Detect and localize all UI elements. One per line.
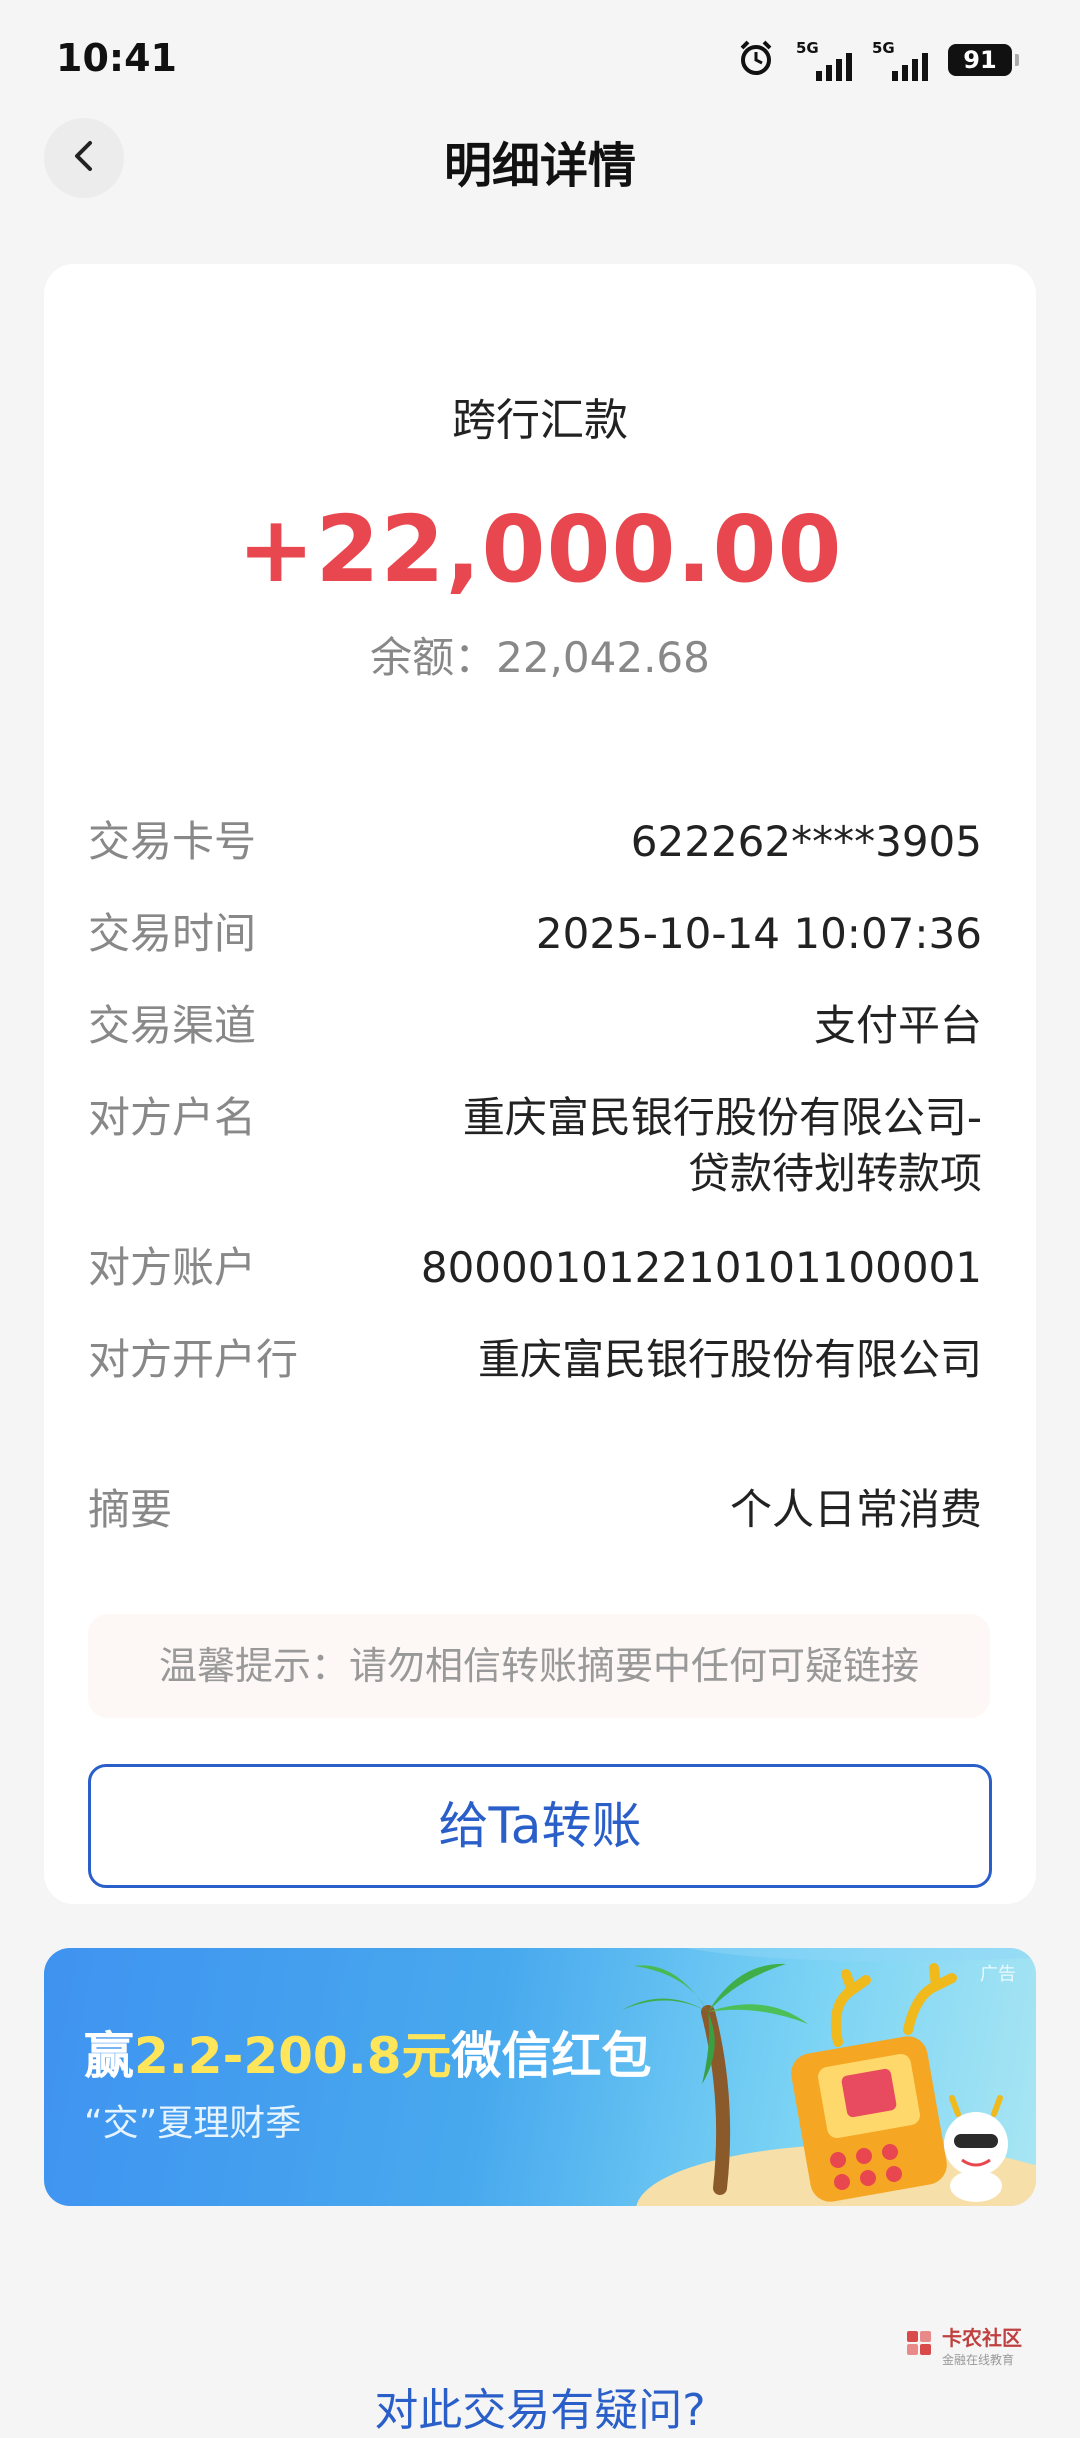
detail-row-counterparty-account: 对方账户 800001012210101100001 (88, 1240, 982, 1296)
detail-label: 交易渠道 (88, 1001, 257, 1050)
detail-value: 2025-10-14 10:07:36 (535, 909, 982, 958)
detail-value: 重庆富民银行股份有限公司-贷款待划转款项 (462, 1093, 982, 1198)
detail-value: 支付平台 (813, 1001, 982, 1050)
status-bar: 10:41 5G 5G 91 (0, 0, 1080, 110)
detail-value: 622262****3905 (630, 817, 982, 866)
detail-row-counterparty-name: 对方户名 重庆富民银行股份有限公司-贷款待划转款项 (88, 1090, 982, 1202)
signal-icon: 5G (796, 39, 852, 81)
detail-value: 800001012210101100001 (420, 1243, 982, 1292)
banner-title: 赢2.2-200.8元微信红包 (84, 2016, 651, 2088)
watermark-logo-icon (902, 2326, 936, 2364)
watermark-sub: 金融在线教育 (942, 2353, 1015, 2367)
detail-label: 对方账户 (88, 1243, 257, 1292)
status-time: 10:41 (56, 36, 177, 80)
signal-icon-2: 5G (872, 39, 928, 81)
transaction-question-link[interactable]: 对此交易有疑问? (0, 2374, 1080, 2438)
detail-label: 对方开户行 (88, 1335, 299, 1384)
detail-value: 重庆富民银行股份有限公司 (477, 1335, 982, 1384)
detail-label: 摘要 (88, 1485, 173, 1534)
beach-illustration-icon (622, 1948, 1036, 2206)
detail-row-channel: 交易渠道 支付平台 (88, 998, 982, 1054)
battery-icon: 91 (948, 44, 1019, 76)
header: 明细详情 (0, 110, 1080, 210)
detail-row-time: 交易时间 2025-10-14 10:07:36 (88, 906, 982, 962)
detail-label: 对方户名 (88, 1093, 257, 1142)
detail-row-counterparty-bank: 对方开户行 重庆富民银行股份有限公司 (88, 1332, 982, 1388)
page-title: 明细详情 (443, 138, 636, 194)
account-balance: 余额：22,042.68 (370, 633, 710, 682)
detail-value: 个人日常消费 (729, 1485, 982, 1534)
banner-title-prefix: 赢 (84, 2027, 134, 2085)
watermark-name: 卡农社区 (942, 2326, 1022, 2350)
transaction-card: 跨行汇款 +22,000.00 余额：22,042.68 交易卡号 622262… (44, 264, 1036, 1904)
promo-banner[interactable]: 赢2.2-200.8元微信红包 “交”夏理财季 广告 (44, 1948, 1036, 2206)
detail-label: 交易卡号 (88, 817, 257, 866)
transaction-amount: +22,000.00 (237, 496, 843, 603)
banner-subtitle: “交”夏理财季 (84, 2103, 302, 2144)
detail-row-memo: 摘要 个人日常消费 (88, 1482, 982, 1538)
community-watermark: 卡农社区 金融在线教育 (902, 2322, 1022, 2368)
security-tip: 温馨提示：请勿相信转账摘要中任何可疑链接 (88, 1614, 990, 1718)
detail-label: 交易时间 (88, 909, 257, 958)
status-icons: 5G 5G 91 (736, 38, 1019, 82)
alarm-icon (736, 38, 776, 82)
transfer-button[interactable]: 给Ta转账 (88, 1764, 992, 1888)
transaction-type: 跨行汇款 (452, 395, 628, 446)
detail-row-card-number: 交易卡号 622262****3905 (88, 814, 982, 870)
banner-title-highlight: 2.2-200.8元 (134, 2027, 452, 2085)
